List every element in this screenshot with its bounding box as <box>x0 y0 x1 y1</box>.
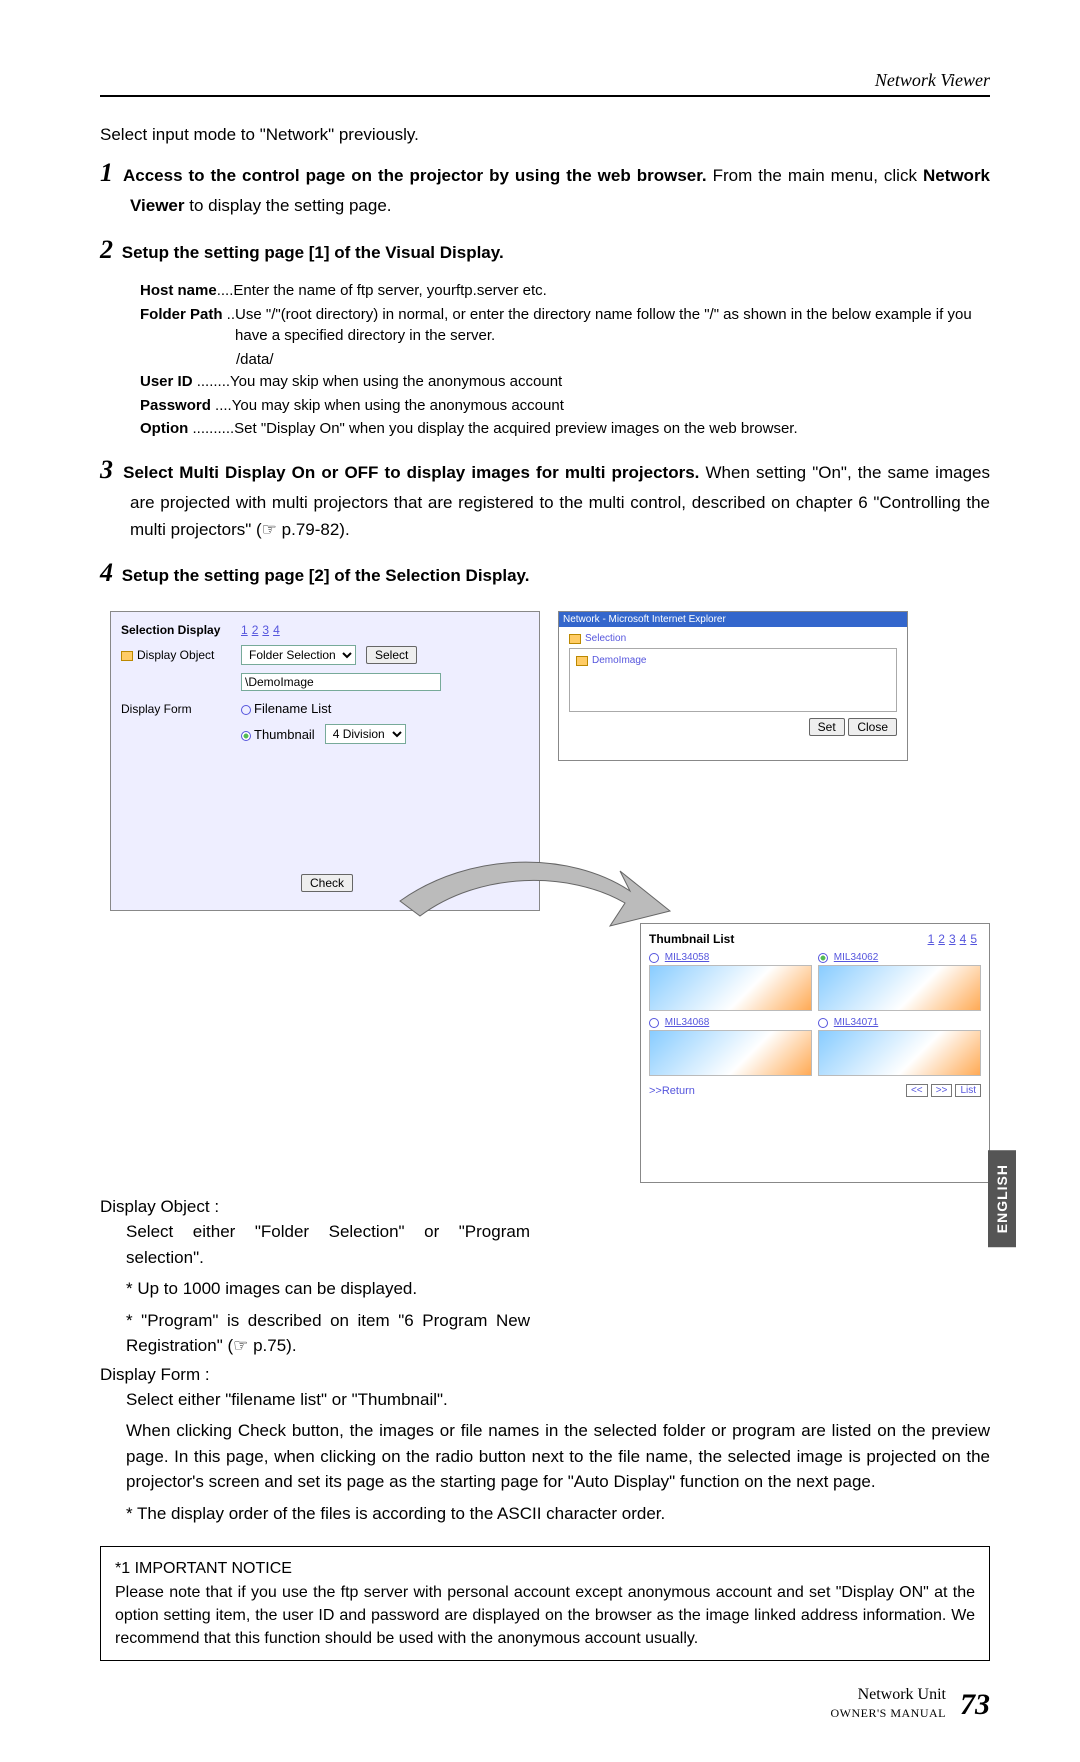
page-links[interactable]: 1234 <box>241 622 284 637</box>
thumb-image <box>649 1030 812 1076</box>
popup-folder-item[interactable]: DemoImage <box>576 655 890 666</box>
popup-set-button[interactable]: Set <box>809 718 845 736</box>
host-name-val: Enter the name of ftp server, yourftp.se… <box>233 280 546 302</box>
popup-tab: Selection <box>585 633 626 644</box>
thumb-item[interactable]: MIL34062 <box>818 952 981 1011</box>
step-2-number: 2 <box>100 235 113 264</box>
path-input[interactable] <box>241 673 441 691</box>
next-button[interactable]: >> <box>931 1084 953 1097</box>
option-term: Option .......... <box>140 418 234 440</box>
display-form-head: Display Form : <box>100 1365 990 1385</box>
password-val: You may skip when using the anonymous ac… <box>232 395 564 417</box>
figure-area: Selection Display 1234 Display Object Fo… <box>110 611 990 1183</box>
step-1-bold: Access to the control page on the projec… <box>123 166 707 185</box>
folder-icon <box>569 634 581 644</box>
select-button[interactable]: Select <box>366 646 417 664</box>
thumb-image <box>649 965 812 1011</box>
page-number: 73 <box>960 1688 990 1722</box>
footer-sub: OWNER'S MANUAL <box>831 1706 947 1722</box>
user-id-term: User ID ........ <box>140 371 230 393</box>
option-val: Set "Display On" when you display the ac… <box>234 418 797 440</box>
step-4-bold: Setup the setting page [2] of the Select… <box>122 566 530 585</box>
filename-list-radio[interactable]: Filename List <box>241 701 331 716</box>
definition-list: Host name....Enter the name of ftp serve… <box>100 280 990 440</box>
host-name-term: Host name.... <box>140 280 233 302</box>
step-1-number: 1 <box>100 158 113 187</box>
thumb-image <box>818 1030 981 1076</box>
popup-titlebar: Network - Microsoft Internet Explorer <box>559 612 907 627</box>
display-object-l3: * "Program" is described on item "6 Prog… <box>100 1308 530 1359</box>
display-form-label: Display Form <box>121 702 231 716</box>
thumbnail-radio[interactable]: Thumbnail <box>241 727 315 742</box>
list-button[interactable]: List <box>955 1084 981 1097</box>
thumbnail-division-dropdown[interactable]: 4 Division <box>325 724 406 744</box>
folder-path-extra: /data/ <box>140 349 990 371</box>
return-link[interactable]: >>Return <box>649 1085 695 1097</box>
folder-path-val: Use "/"(root directory) in normal, or en… <box>235 304 990 348</box>
display-object-label: Display Object <box>121 648 231 662</box>
thumbnail-list-title: Thumbnail List <box>649 932 734 946</box>
thumb-image <box>818 965 981 1011</box>
page-footer: Network Unit OWNER'S MANUAL 73 <box>100 1685 990 1721</box>
password-term: Password .... <box>140 395 232 417</box>
folder-selection-dropdown[interactable]: Folder Selection <box>241 645 356 665</box>
language-tab: ENGLISH <box>988 1150 1016 1247</box>
footer-label: Network Unit <box>831 1685 947 1706</box>
ie-popup-panel: Network - Microsoft Internet Explorer Se… <box>558 611 908 761</box>
thumb-item[interactable]: MIL34058 <box>649 952 812 1011</box>
step-4-number: 4 <box>100 558 113 587</box>
thumb-item[interactable]: MIL34068 <box>649 1017 812 1076</box>
intro-text: Select input mode to "Network" previousl… <box>100 125 990 145</box>
display-form-l1: Select either "filename list" or "Thumbn… <box>100 1387 990 1413</box>
thumbnail-list-panel: Thumbnail List 12345 MIL34058 MIL34062 M… <box>640 923 990 1183</box>
important-notice-box: *1 IMPORTANT NOTICE Please note that if … <box>100 1546 990 1661</box>
folder-icon <box>121 651 133 661</box>
step-3-number: 3 <box>100 455 113 484</box>
header-rule <box>100 95 990 97</box>
selection-display-label: Selection Display <box>121 623 231 637</box>
step-2: 2 Setup the setting page [1] of the Visu… <box>100 230 990 270</box>
check-paragraph: When clicking Check button, the images o… <box>100 1418 990 1495</box>
step-3-bold: Select Multi Display On or OFF to displa… <box>123 463 699 482</box>
step-2-bold: Setup the setting page [1] of the Visual… <box>122 243 504 262</box>
header-title: Network Viewer <box>100 70 990 91</box>
display-object-head: Display Object : <box>100 1197 990 1217</box>
step-1-rest: From the main menu, click <box>713 166 923 185</box>
step-1: 1 Access to the control page on the proj… <box>100 153 990 220</box>
thumb-page-links[interactable]: 12345 <box>928 932 981 946</box>
ascii-note: * The display order of the files is acco… <box>100 1501 990 1527</box>
folder-path-term: Folder Path .. <box>140 304 235 348</box>
thumb-item[interactable]: MIL34071 <box>818 1017 981 1076</box>
step-1-rest2: to display the setting page. <box>189 196 391 215</box>
step-4: 4 Setup the setting page [2] of the Sele… <box>100 553 990 593</box>
display-object-l1: Select either "Folder Selection" or "Pro… <box>100 1219 530 1270</box>
folder-icon <box>576 656 588 666</box>
selection-display-panel: Selection Display 1234 Display Object Fo… <box>110 611 540 911</box>
popup-close-button[interactable]: Close <box>848 718 897 736</box>
check-button[interactable]: Check <box>301 874 353 892</box>
notice-heading: *1 IMPORTANT NOTICE <box>115 1557 975 1580</box>
notice-body: Please note that if you use the ftp serv… <box>115 1581 975 1651</box>
prev-button[interactable]: << <box>906 1084 928 1097</box>
user-id-val: You may skip when using the anonymous ac… <box>230 371 562 393</box>
display-object-l2: * Up to 1000 images can be displayed. <box>100 1276 530 1302</box>
step-3: 3 Select Multi Display On or OFF to disp… <box>100 450 990 543</box>
